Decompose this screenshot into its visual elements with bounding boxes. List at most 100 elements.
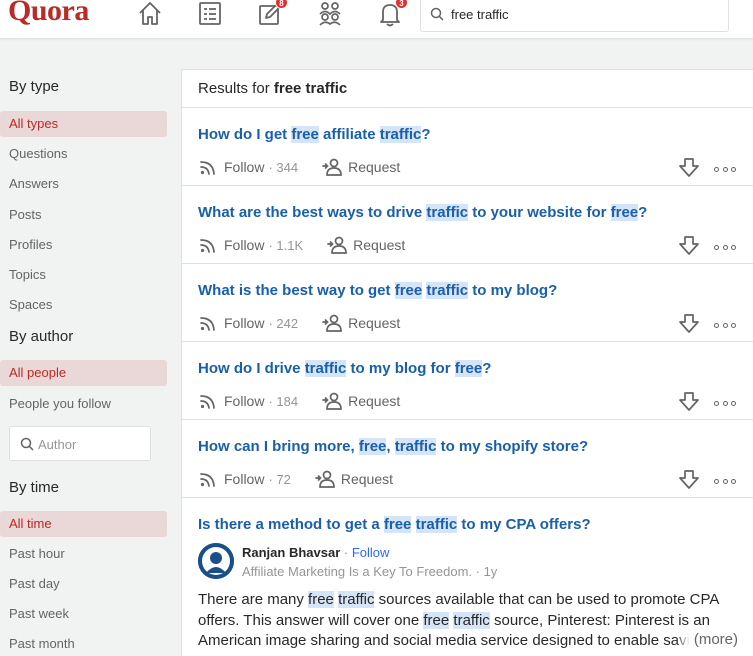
follow-button[interactable]: Follow · 344 bbox=[198, 158, 298, 176]
search-input[interactable] bbox=[451, 3, 721, 25]
filter-questions[interactable]: Questions bbox=[0, 141, 167, 167]
more-options-icon[interactable] bbox=[714, 471, 736, 493]
question-right-actions bbox=[678, 468, 736, 495]
question-actions: Follow · 184 Request bbox=[198, 390, 400, 412]
highlighted-term: traffic bbox=[453, 611, 490, 629]
more-link[interactable]: (more) bbox=[675, 631, 738, 648]
title-text bbox=[411, 516, 415, 533]
request-button[interactable]: Request bbox=[315, 470, 393, 488]
question-title[interactable]: What is the best way to get free traffic… bbox=[198, 282, 557, 299]
question-result: How do I get free affiliate traffic? Foll… bbox=[182, 108, 753, 186]
author-follow-link[interactable]: Follow bbox=[352, 545, 390, 560]
results-prefix: Results for bbox=[198, 80, 270, 97]
question-actions: Follow · 72 Request bbox=[198, 468, 393, 490]
question-title[interactable]: How do I drive traffic to my blog for fr… bbox=[198, 360, 491, 377]
request-button[interactable]: Request bbox=[322, 314, 400, 332]
question-right-actions bbox=[678, 234, 736, 261]
highlighted-term: free bbox=[394, 282, 423, 299]
answer-badge: 8 bbox=[275, 0, 288, 9]
highlighted-term: traffic bbox=[426, 282, 469, 299]
title-text: to your website for bbox=[468, 204, 611, 221]
question-title[interactable]: How do I get free affiliate traffic? bbox=[198, 126, 431, 143]
highlighted-term: traffic bbox=[394, 438, 437, 455]
follow-rss-icon bbox=[200, 473, 215, 487]
title-text: affiliate bbox=[318, 126, 380, 143]
request-user-icon bbox=[315, 470, 335, 488]
author-input[interactable] bbox=[38, 434, 146, 454]
request-button[interactable]: Request bbox=[327, 236, 405, 254]
follow-rss-icon bbox=[200, 317, 215, 331]
downvote-arrow-icon[interactable] bbox=[678, 468, 700, 495]
follow-label: Follow bbox=[224, 471, 265, 487]
downvote-arrow-icon[interactable] bbox=[678, 390, 700, 417]
follow-button[interactable]: Follow · 1.1K bbox=[198, 236, 303, 254]
filter-all-people[interactable]: All people bbox=[0, 360, 167, 386]
request-user-icon bbox=[322, 314, 342, 332]
follow-button[interactable]: Follow · 184 bbox=[198, 392, 298, 410]
follow-count: · 72 bbox=[268, 471, 291, 487]
answer-text[interactable]: There are many free traffic sources avai… bbox=[198, 590, 742, 652]
filter-topics[interactable]: Topics bbox=[0, 262, 167, 288]
answer-result: Is there a method to get a free traffic … bbox=[182, 498, 753, 656]
filter-past-hour[interactable]: Past hour bbox=[0, 541, 167, 567]
filter-spaces[interactable]: Spaces bbox=[0, 292, 167, 318]
follow-count: · 184 bbox=[268, 393, 299, 409]
filter-profiles[interactable]: Profiles bbox=[0, 232, 167, 258]
highlighted-term: free bbox=[358, 438, 387, 455]
downvote-arrow-icon[interactable] bbox=[678, 312, 700, 339]
by-time-heading: By time bbox=[9, 479, 60, 496]
follow-button[interactable]: Follow · 242 bbox=[198, 314, 298, 332]
spaces-icon[interactable] bbox=[316, 0, 344, 28]
filter-past-day[interactable]: Past day bbox=[0, 571, 167, 597]
filter-past-month[interactable]: Past month bbox=[0, 631, 167, 656]
filter-people-you-follow[interactable]: People you follow bbox=[0, 391, 167, 417]
following-feed-icon[interactable] bbox=[196, 0, 224, 28]
request-label: Request bbox=[348, 393, 401, 409]
request-user-icon bbox=[322, 392, 342, 410]
more-options-icon[interactable] bbox=[714, 315, 736, 337]
filter-all-types[interactable]: All types bbox=[0, 111, 167, 137]
author-search-box[interactable] bbox=[9, 426, 151, 461]
question-title[interactable]: How can I bring more, free, traffic to m… bbox=[198, 438, 588, 455]
more-options-icon[interactable] bbox=[714, 393, 736, 415]
author-name[interactable]: Ranjan Bhavsar bbox=[242, 545, 340, 560]
filter-all-time[interactable]: All time bbox=[0, 511, 167, 537]
search-bar[interactable] bbox=[420, 0, 729, 32]
notifications-bell-icon[interactable]: 3 bbox=[376, 0, 408, 28]
filter-answers[interactable]: Answers bbox=[0, 171, 167, 197]
highlighted-term: traffic bbox=[379, 126, 422, 143]
highlighted-term: traffic bbox=[304, 360, 347, 377]
follow-label: Follow bbox=[224, 393, 265, 409]
filter-posts[interactable]: Posts bbox=[0, 202, 167, 228]
highlighted-term: traffic bbox=[338, 591, 375, 608]
request-button[interactable]: Request bbox=[322, 392, 400, 410]
downvote-arrow-icon[interactable] bbox=[678, 156, 700, 183]
follow-label: Follow bbox=[224, 237, 265, 253]
question-actions: Follow · 242 Request bbox=[198, 312, 400, 334]
question-result: How can I bring more, free, traffic to m… bbox=[182, 420, 753, 498]
more-options-icon[interactable] bbox=[714, 159, 736, 181]
downvote-arrow-icon[interactable] bbox=[678, 234, 700, 261]
title-text: ? bbox=[482, 360, 492, 377]
answer-question-title[interactable]: Is there a method to get a free traffic … bbox=[198, 516, 591, 533]
quora-logo[interactable]: Quora bbox=[8, 0, 89, 28]
question-right-actions bbox=[678, 312, 736, 339]
follow-count: · 344 bbox=[268, 159, 299, 175]
title-text: ? bbox=[638, 204, 648, 221]
title-text: to my shopify store? bbox=[436, 438, 589, 455]
home-icon[interactable] bbox=[136, 0, 164, 28]
question-result: What are the best ways to drive traffic … bbox=[182, 186, 753, 264]
title-text: How do I drive bbox=[198, 360, 305, 377]
follow-rss-icon bbox=[200, 239, 215, 253]
question-title[interactable]: What are the best ways to drive traffic … bbox=[198, 204, 647, 221]
author-avatar[interactable] bbox=[198, 543, 234, 579]
request-button[interactable]: Request bbox=[322, 158, 400, 176]
filter-past-week[interactable]: Past week bbox=[0, 601, 167, 627]
answer-pencil-icon[interactable]: 8 bbox=[256, 0, 288, 28]
more-options-icon[interactable] bbox=[714, 237, 736, 259]
follow-button[interactable]: Follow · 72 bbox=[198, 470, 291, 488]
question-right-actions bbox=[678, 390, 736, 417]
highlighted-term: traffic bbox=[426, 204, 469, 221]
highlighted-term: free bbox=[423, 611, 450, 629]
highlighted-term: free bbox=[610, 204, 639, 221]
